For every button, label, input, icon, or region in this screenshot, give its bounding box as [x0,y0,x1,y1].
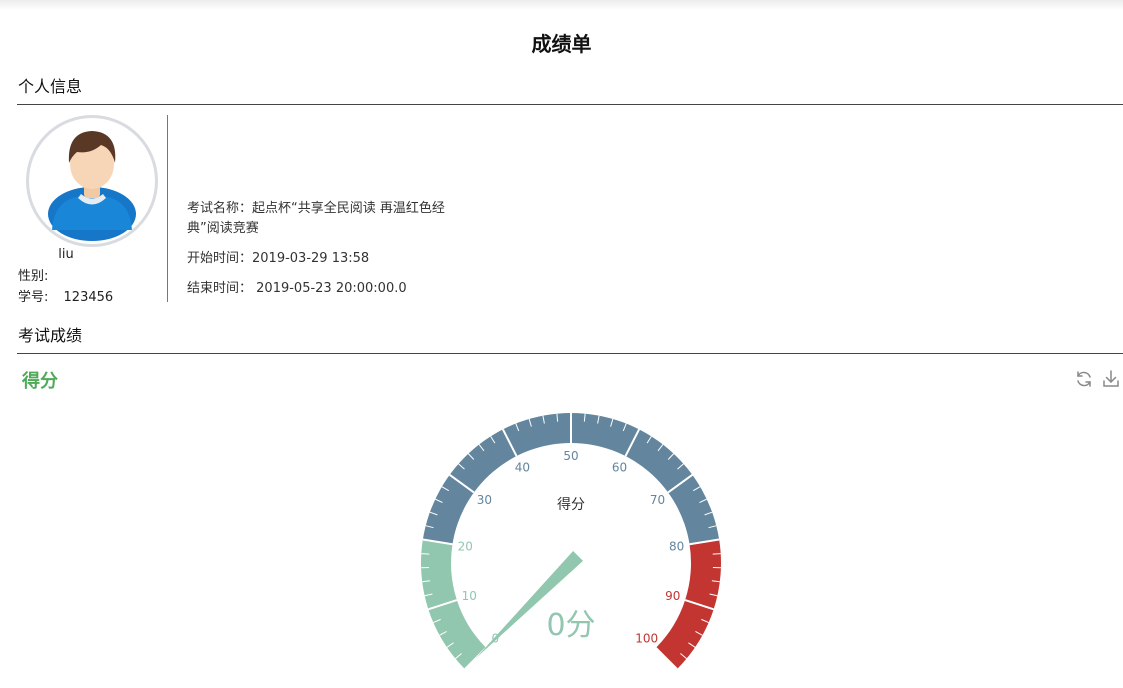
gauge-tick-label: 40 [515,461,530,475]
username: liu [58,247,74,262]
gauge-title: 得分 [557,496,585,513]
section-divider-scores [17,353,1123,354]
gauge-tick-label: 80 [669,539,684,553]
gauge-band-1 [421,539,487,670]
student-id-label: 学号: [18,290,49,305]
gauge-value-text: 0分 [546,608,595,643]
gauge-tick-label: 20 [458,539,473,553]
gauge-tick-label: 100 [635,632,658,646]
gauge-minor-tick [421,553,430,555]
download-icon[interactable] [1101,369,1121,389]
gender-label: 性别: [18,269,49,284]
score-gauge: 0102030405060708090100得分0分 [421,413,721,670]
refresh-icon[interactable] [1074,369,1094,389]
gauge-minor-tick [712,553,721,555]
gender-row: 性别: [18,265,48,284]
exam-start-label: 开始时间： [187,251,253,266]
section-divider-personal [17,104,1123,105]
exam-name: 考试名称：起点杯“共享全民阅读 再温红色经典”阅读竞赛 [187,199,472,239]
gauge-band-3 [655,539,721,670]
gauge-tick-label: 50 [563,449,578,463]
gauge-tick-label: 60 [612,461,627,475]
exam-end-value: 2019-05-23 20:00:00.0 [252,281,407,296]
exam-name-label: 考试名称： [187,201,253,216]
student-id-row: 学号: 123456 [18,286,113,305]
score-panel-title: 得分 [22,371,58,392]
section-title-personal: 个人信息 [18,77,83,96]
gauge-tick-label: 90 [665,589,680,603]
user-avatar-icon [48,131,136,241]
page-title: 成绩单 [531,32,592,56]
vertical-divider [167,115,168,302]
gauge-tick-label: 70 [650,493,665,507]
exam-end-time: 结束时间： 2019-05-23 20:00:00.0 [187,279,407,299]
avatar [26,115,158,247]
gauge-tick-label: 10 [462,589,477,603]
student-id-value: 123456 [63,290,114,305]
exam-start-time: 开始时间：2019-03-29 13:58 [187,249,369,269]
gauge-tick-label: 30 [477,493,492,507]
section-title-scores: 考试成绩 [18,326,83,345]
exam-start-value: 2019-03-29 13:58 [252,251,370,266]
exam-end-label: 结束时间： [187,281,253,296]
top-bar [0,0,1123,10]
